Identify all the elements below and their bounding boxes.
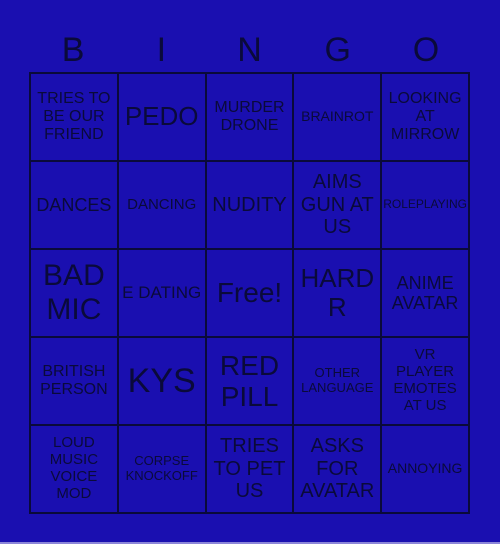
bingo-cell[interactable]: OTHER LANGUAGE [293,337,382,425]
bingo-cell[interactable]: ANNOYING [381,425,469,513]
header-letter-i: I [156,31,167,69]
header-letter-b: B [61,31,85,69]
bingo-cell[interactable]: KYS [117,337,206,425]
bingo-cell[interactable]: LOUD MUSIC VOICE MOD [30,425,118,513]
bingo-cell[interactable]: DANCING [117,161,206,249]
header-letter-g: G [324,31,351,69]
bingo-cell[interactable]: CORPSE KNOCKOFF [117,425,206,513]
bingo-cell[interactable]: LOOKING AT MIRROW [381,73,469,161]
bingo-cell[interactable]: TRIES TO PET US [205,425,294,513]
bingo-cell[interactable]: NUDITY [205,161,294,249]
bingo-cell[interactable]: DANCES [30,161,118,249]
bingo-cell[interactable]: ASKS FOR AVATAR [293,425,382,513]
bingo-cell[interactable]: E DATING [117,249,206,337]
bingo-cell[interactable]: ANIME AVATAR [381,249,469,337]
bingo-cell[interactable]: BRAINROT [293,73,382,161]
bingo-cell[interactable]: BAD MIC [30,249,118,337]
bingo-cell[interactable]: TRIES TO BE OUR FRIEND [30,73,118,161]
header-letter-o: O [412,31,440,69]
bingo-cell[interactable]: RED PILL [205,337,294,425]
header-letter-n: N [237,31,262,69]
bingo-cell[interactable]: BRITISH PERSON [30,337,118,425]
bingo-header: B I N G O [29,28,470,72]
bingo-cell[interactable]: ROLEPLAYING [381,161,469,249]
bingo-cell[interactable]: AIMS GUN AT US [293,161,382,249]
bingo-cell[interactable]: MURDER DRONE [205,73,294,161]
bingo-cell[interactable]: VR PLAYER EMOTES AT US [381,337,469,425]
bingo-cell[interactable]: HARD R [293,249,382,337]
bingo-cell-free[interactable]: Free! [205,249,294,337]
bingo-board: TRIES TO BE OUR FRIEND PEDO MURDER DRONE… [29,72,470,514]
bingo-cell[interactable]: PEDO [117,73,206,161]
